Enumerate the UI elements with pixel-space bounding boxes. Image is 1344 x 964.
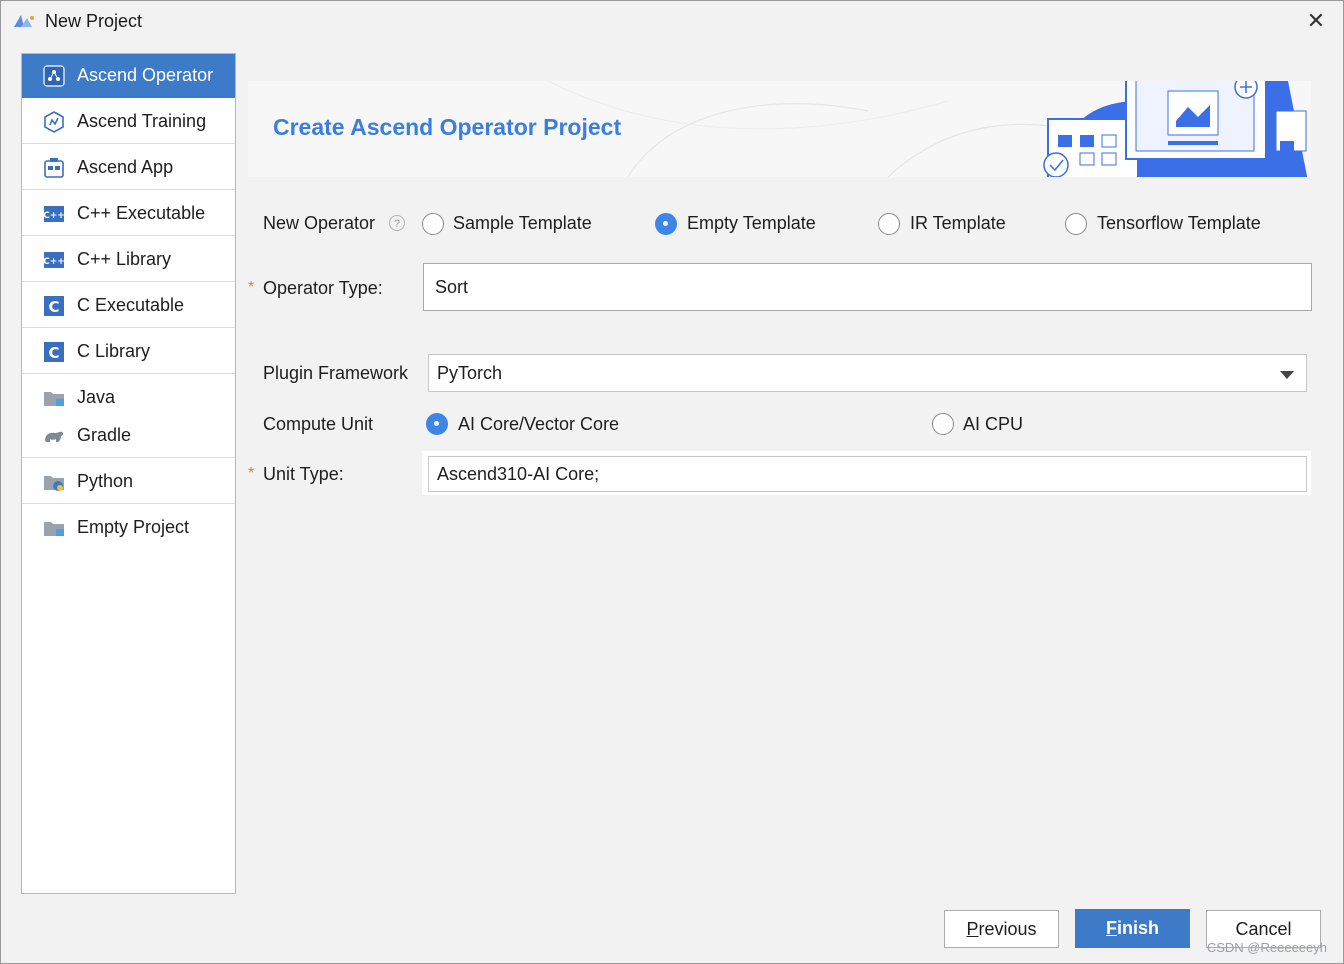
watermark: CSDN @Reeeeeeyh bbox=[1206, 940, 1327, 955]
sidebar-item-label: Ascend App bbox=[77, 157, 174, 177]
svg-text:C: C bbox=[48, 344, 59, 362]
radio-sample-template[interactable] bbox=[422, 213, 444, 235]
previous-label: revious bbox=[978, 918, 1037, 939]
plugin-framework-label: Plugin Framework bbox=[263, 363, 409, 383]
radio-tensorflow-template[interactable] bbox=[1065, 213, 1087, 235]
previous-button[interactable]: Previous bbox=[944, 910, 1059, 948]
mnemonic-p: P bbox=[966, 918, 979, 939]
operator-type-value: Sort bbox=[435, 276, 469, 297]
close-icon: ✕ bbox=[1306, 8, 1326, 33]
app-logo-icon bbox=[14, 15, 34, 27]
radio-label-empty-template[interactable]: Empty Template bbox=[687, 213, 816, 234]
header-banner: Create Ascend Operator Project bbox=[248, 81, 1311, 177]
banner-title: Create Ascend Operator Project bbox=[273, 114, 622, 140]
operator-type-label: Operator Type: bbox=[263, 278, 383, 298]
window-title: New Project bbox=[45, 11, 143, 31]
sidebar-item-ascend-operator[interactable]: Ascend Operator bbox=[22, 54, 235, 98]
radio-ai-core-vector-core[interactable] bbox=[426, 413, 448, 435]
project-type-sidebar: Ascend Operator Ascend Training Ascend A… bbox=[21, 53, 236, 894]
svg-text:C: C bbox=[48, 298, 59, 316]
radio-label-ai-cpu[interactable]: AI CPU bbox=[963, 414, 1023, 435]
sidebar-item-label: Ascend Training bbox=[77, 111, 207, 131]
radio-empty-template[interactable] bbox=[655, 213, 677, 235]
gradle-icon bbox=[45, 431, 64, 442]
sidebar-item-cpp-executable[interactable]: C++ C++ Executable bbox=[22, 192, 235, 236]
title-bar: New Project ✕ bbox=[1, 1, 1343, 43]
sidebar-item-label: Ascend Operator bbox=[77, 65, 214, 85]
chevron-down-icon bbox=[1280, 371, 1294, 379]
mnemonic-f: F bbox=[1105, 918, 1117, 938]
cpp-icon: C++ bbox=[43, 252, 65, 268]
radio-label-sample-template[interactable]: Sample Template bbox=[453, 213, 592, 234]
sidebar-item-label: Python bbox=[77, 471, 134, 491]
radio-label-tensorflow-template[interactable]: Tensorflow Template bbox=[1097, 213, 1261, 234]
plugin-framework-value: PyTorch bbox=[437, 362, 503, 383]
python-folder-icon bbox=[44, 476, 64, 491]
help-icon[interactable]: ? bbox=[389, 215, 405, 231]
radio-label-ir-template[interactable]: IR Template bbox=[910, 213, 1006, 234]
finish-button[interactable]: Finish bbox=[1075, 909, 1190, 948]
new-operator-label: New Operator bbox=[263, 213, 376, 233]
cpp-icon: C++ bbox=[43, 206, 65, 222]
sidebar-item-label: C Library bbox=[77, 341, 151, 361]
operator-type-input[interactable]: Sort bbox=[423, 263, 1312, 311]
empty-folder-icon bbox=[44, 522, 64, 536]
c-icon: C bbox=[44, 342, 64, 362]
radio-ai-cpu[interactable] bbox=[932, 413, 954, 435]
unit-type-label: Unit Type: bbox=[263, 464, 344, 484]
cancel-label: Cancel bbox=[1235, 918, 1292, 939]
sidebar-item-label: Empty Project bbox=[77, 517, 190, 537]
banner-illustration-icon bbox=[1043, 81, 1308, 177]
required-marker: * bbox=[248, 279, 255, 296]
radio-label-ai-core-vector-core[interactable]: AI Core/Vector Core bbox=[458, 414, 619, 435]
sidebar-item-label: Gradle bbox=[77, 425, 132, 445]
sidebar-item-python[interactable]: Python bbox=[22, 460, 235, 504]
unit-type-input[interactable]: Ascend310-AI Core; bbox=[428, 456, 1307, 492]
svg-text:C++: C++ bbox=[43, 211, 65, 221]
c-icon: C bbox=[44, 296, 64, 316]
radio-ir-template[interactable] bbox=[878, 213, 900, 235]
sidebar-item-label: C++ Library bbox=[77, 249, 172, 269]
unit-type-value: Ascend310-AI Core; bbox=[437, 463, 600, 484]
svg-text:C++: C++ bbox=[43, 257, 65, 267]
ascend-app-icon bbox=[44, 158, 64, 178]
sidebar-item-ascend-training[interactable]: Ascend Training bbox=[22, 100, 235, 144]
finish-label: inish bbox=[1116, 918, 1159, 938]
ascend-training-icon bbox=[44, 111, 64, 133]
new-project-dialog: New Project ✕ Ascend Operator Ascend Tra… bbox=[0, 0, 1344, 964]
ascend-operator-icon bbox=[43, 65, 65, 87]
sidebar-item-cpp-library[interactable]: C++ C++ Library bbox=[22, 238, 235, 282]
sidebar-item-c-library[interactable]: C C Library bbox=[22, 330, 235, 374]
compute-unit-label: Compute Unit bbox=[263, 414, 374, 434]
sidebar-item-label: C Executable bbox=[77, 295, 185, 315]
folder-icon bbox=[44, 392, 64, 406]
close-button[interactable]: ✕ bbox=[1301, 7, 1331, 35]
sidebar-item-empty-project[interactable]: Empty Project bbox=[22, 506, 235, 550]
sidebar-item-ascend-app[interactable]: Ascend App bbox=[22, 146, 235, 190]
required-marker: * bbox=[248, 465, 255, 482]
plugin-framework-select[interactable]: PyTorch bbox=[428, 354, 1307, 392]
sidebar-item-label: C++ Executable bbox=[77, 203, 206, 223]
sidebar-item-gradle[interactable]: Gradle bbox=[22, 414, 235, 458]
sidebar-item-label: Java bbox=[77, 387, 116, 407]
sidebar-item-c-executable[interactable]: C C Executable bbox=[22, 284, 235, 328]
